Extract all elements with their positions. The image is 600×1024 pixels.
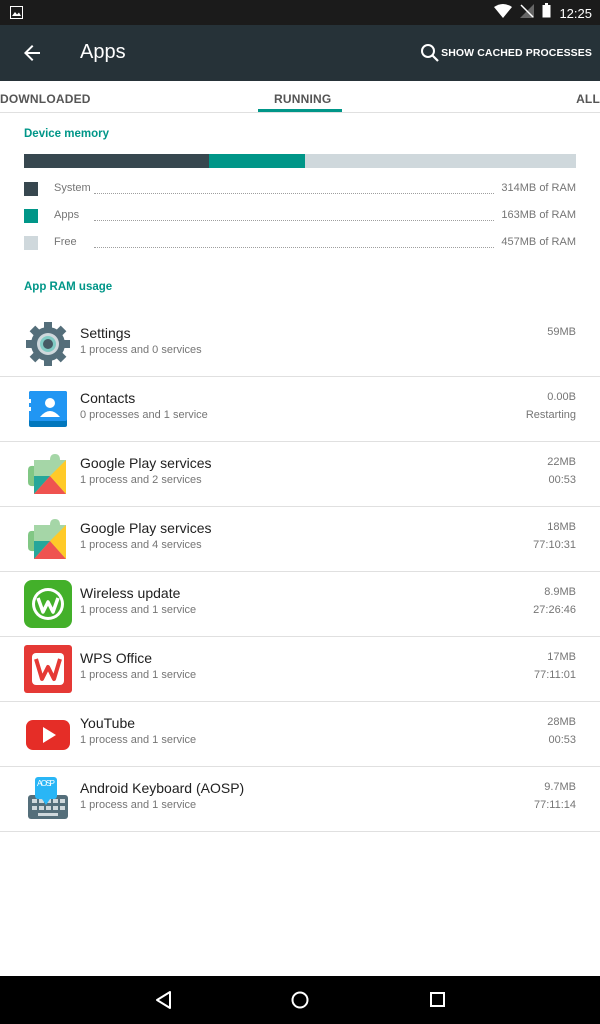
app-run-time: Restarting <box>525 409 576 421</box>
app-name: WPS Office <box>80 650 153 666</box>
app-ram-size: 8.9MB <box>544 586 576 598</box>
app-process-info: 1 process and 1 service <box>80 604 197 616</box>
app-row-wireless-update[interactable]: Wireless update 1 process and 1 service … <box>0 572 600 637</box>
back-arrow-icon[interactable] <box>20 41 44 65</box>
memory-legend-free: Free 457MB of RAM <box>24 233 576 251</box>
free-swatch <box>24 236 38 250</box>
app-bar: Apps SHOW CACHED PROCESSES <box>0 25 600 81</box>
tab-indicator <box>258 109 342 112</box>
app-name: Google Play services <box>80 520 212 536</box>
app-name: Wireless update <box>80 585 181 601</box>
app-run-time: 77:10:31 <box>533 539 576 551</box>
memory-legend-label: System <box>54 182 93 194</box>
app-ram-size: 0.00B <box>547 391 576 403</box>
image-notification-icon <box>10 6 23 24</box>
app-process-info: 1 process and 1 service <box>80 669 197 681</box>
memory-legend-label: Free <box>54 236 79 248</box>
app-row-wps-office[interactable]: WPS Office 1 process and 1 service 17MB … <box>0 637 600 702</box>
app-run-time: 77:11:01 <box>533 669 576 681</box>
page-title: Apps <box>80 41 126 63</box>
memory-bar-system <box>24 154 209 168</box>
system-swatch <box>24 182 38 196</box>
app-list: Settings 1 process and 0 services 59MB C… <box>0 312 600 832</box>
show-cached-processes-button[interactable]: SHOW CACHED PROCESSES <box>441 47 592 59</box>
navigation-bar <box>0 976 600 1024</box>
app-name: YouTube <box>80 715 136 731</box>
app-ram-size: 22MB <box>547 456 576 468</box>
app-run-time: 00:53 <box>548 734 576 746</box>
wps-office-icon <box>24 645 72 693</box>
app-process-info: 1 process and 0 services <box>80 344 202 356</box>
nav-recents-icon[interactable] <box>428 990 448 1010</box>
memory-legend-value: 163MB of RAM <box>499 209 576 221</box>
clock: 12:25 <box>559 5 592 21</box>
app-row-play-services[interactable]: Google Play services 1 process and 4 ser… <box>0 507 600 572</box>
app-ram-size: 17MB <box>547 651 576 663</box>
apps-swatch <box>24 209 38 223</box>
app-row-contacts[interactable]: Contacts 0 processes and 1 service 0.00B… <box>0 377 600 442</box>
app-row-android-keyboard[interactable]: AOSP Android Keyboard (AOSP) 1 process a… <box>0 767 600 832</box>
search-icon[interactable] <box>418 41 442 65</box>
app-process-info: 1 process and 1 service <box>80 734 197 746</box>
app-row-youtube[interactable]: YouTube 1 process and 1 service 28MB 00:… <box>0 702 600 767</box>
memory-legend-apps: Apps 163MB of RAM <box>24 206 576 224</box>
app-name: Android Keyboard (AOSP) <box>80 780 245 796</box>
app-row-play-services[interactable]: Google Play services 1 process and 2 ser… <box>0 442 600 507</box>
app-name: Contacts <box>80 390 136 406</box>
tab-running[interactable]: RUNNING <box>274 92 331 106</box>
keyboard-icon-text: AOSP <box>37 779 55 788</box>
memory-bar-apps <box>208 154 305 168</box>
app-process-info: 1 process and 1 service <box>80 799 197 811</box>
memory-legend-value: 314MB of RAM <box>499 182 576 194</box>
app-ram-size: 59MB <box>547 326 576 338</box>
tab-downloaded[interactable]: DOWNLOADED <box>0 92 91 106</box>
battery-icon <box>542 3 551 23</box>
app-run-time: 27:26:46 <box>533 604 576 616</box>
wireless-update-icon <box>24 580 72 628</box>
memory-legend-value: 457MB of RAM <box>499 236 576 248</box>
app-process-info: 0 processes and 1 service <box>80 409 208 421</box>
settings-icon <box>24 320 72 368</box>
app-ram-size: 9.7MB <box>544 781 576 793</box>
memory-legend-system: System 314MB of RAM <box>24 179 576 197</box>
memory-legend-label: Apps <box>54 209 82 221</box>
keyboard-icon: AOSP <box>24 775 72 823</box>
memory-bar-free <box>304 154 576 168</box>
app-run-time: 00:53 <box>548 474 576 486</box>
play-services-icon <box>24 450 72 498</box>
app-process-info: 1 process and 4 services <box>80 539 202 551</box>
nav-home-icon[interactable] <box>290 990 310 1010</box>
youtube-icon <box>24 710 72 758</box>
device-memory-header: Device memory <box>24 128 110 140</box>
app-ram-size: 18MB <box>547 521 576 533</box>
no-signal-icon <box>520 3 535 23</box>
play-services-icon <box>24 515 72 563</box>
wifi-icon <box>494 3 513 23</box>
app-run-time: 77:11:14 <box>533 799 576 811</box>
app-ram-usage-header: App RAM usage <box>24 281 113 293</box>
app-process-info: 1 process and 2 services <box>80 474 202 486</box>
nav-back-icon[interactable] <box>154 990 174 1010</box>
app-name: Settings <box>80 325 131 341</box>
memory-usage-bar <box>24 154 576 168</box>
app-row-settings[interactable]: Settings 1 process and 0 services 59MB <box>0 312 600 377</box>
tab-all[interactable]: ALL <box>576 92 600 106</box>
app-ram-size: 28MB <box>547 716 576 728</box>
contacts-icon <box>24 385 72 433</box>
app-name: Google Play services <box>80 455 212 471</box>
status-bar: 12:25 <box>0 0 600 25</box>
